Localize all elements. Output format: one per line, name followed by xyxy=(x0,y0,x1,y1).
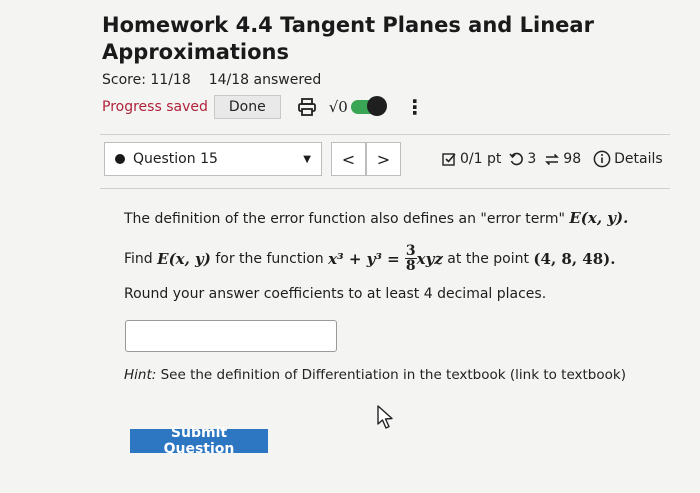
points-text: 0/1 pt xyxy=(460,151,502,167)
math-equation-left: x³ + y³ = xyxy=(328,249,405,268)
retries-info: 3 xyxy=(509,151,536,167)
math-entry-toggle[interactable]: √0 xyxy=(328,96,387,116)
question-text: The definition of the error function als… xyxy=(124,211,570,227)
progress-status: Progress saved xyxy=(102,99,208,115)
print-icon[interactable] xyxy=(297,97,317,117)
caret-down-icon: ▼ xyxy=(303,153,311,165)
math-error-term: E(x, y). xyxy=(569,209,629,227)
question-line-1: The definition of the error function als… xyxy=(124,209,628,227)
retries-text: 3 xyxy=(527,151,537,167)
attempts-text: 98 xyxy=(563,151,582,167)
answered-count: 14/18 answered xyxy=(208,72,322,88)
next-question-button[interactable]: > xyxy=(366,142,401,176)
math-error-function: E(x, y) xyxy=(157,249,211,268)
question-meta: 0/1 pt 3 98 Details xyxy=(442,150,663,168)
sqrt-icon: √0 xyxy=(328,98,348,116)
hint-label: Hint: xyxy=(124,367,157,383)
page-title: Homework 4.4 Tangent Planes and Linear A… xyxy=(102,13,594,64)
attempts-info: 98 xyxy=(544,151,581,167)
score-line: Score: 11/18 14/18 answered xyxy=(102,72,321,88)
retry-icon xyxy=(509,152,524,165)
answer-input[interactable] xyxy=(125,320,337,352)
details-label: Details xyxy=(614,151,663,167)
swap-arrows-icon xyxy=(545,153,560,165)
math-fraction: 38 xyxy=(404,243,417,274)
divider-bottom xyxy=(100,188,670,189)
hint-text[interactable]: See the definition of Differentiation in… xyxy=(156,367,626,383)
fraction-denominator: 8 xyxy=(405,258,416,274)
more-options-icon[interactable]: ⋮ xyxy=(405,97,425,117)
score-text: Score: 11/18 xyxy=(102,72,191,88)
question-text: at the point xyxy=(442,250,534,267)
question-selector[interactable]: Question 15 ▼ xyxy=(104,142,322,176)
done-button[interactable]: Done xyxy=(213,95,281,119)
checkbox-edit-icon xyxy=(442,152,456,166)
prev-question-button[interactable]: < xyxy=(331,142,366,176)
question-line-3: Round your answer coefficients to at lea… xyxy=(124,286,547,302)
toggle-knob xyxy=(366,96,387,116)
math-xyz: xyz xyxy=(416,249,443,268)
info-icon xyxy=(593,150,611,168)
question-line-2: Find E(x, y) for the function x³ + y³ = … xyxy=(124,244,615,273)
math-point: (4, 8, 48). xyxy=(533,249,616,268)
fraction-numerator: 3 xyxy=(404,243,417,259)
hint-line: Hint: See the definition of Differentiat… xyxy=(124,367,626,383)
submit-question-button[interactable]: Submit Question xyxy=(130,425,268,457)
points-info: 0/1 pt xyxy=(442,151,501,167)
question-selector-label: Question 15 xyxy=(133,151,218,167)
mouse-pointer-icon xyxy=(377,405,393,429)
question-text: for the function xyxy=(210,250,329,267)
question-status-dot xyxy=(115,154,125,164)
progress-row: Progress saved Done √0 ⋮ xyxy=(102,94,425,120)
divider-top xyxy=(100,134,670,135)
details-link[interactable]: Details xyxy=(593,150,663,168)
toggle-switch[interactable] xyxy=(350,96,387,116)
question-text: Find xyxy=(124,250,158,267)
